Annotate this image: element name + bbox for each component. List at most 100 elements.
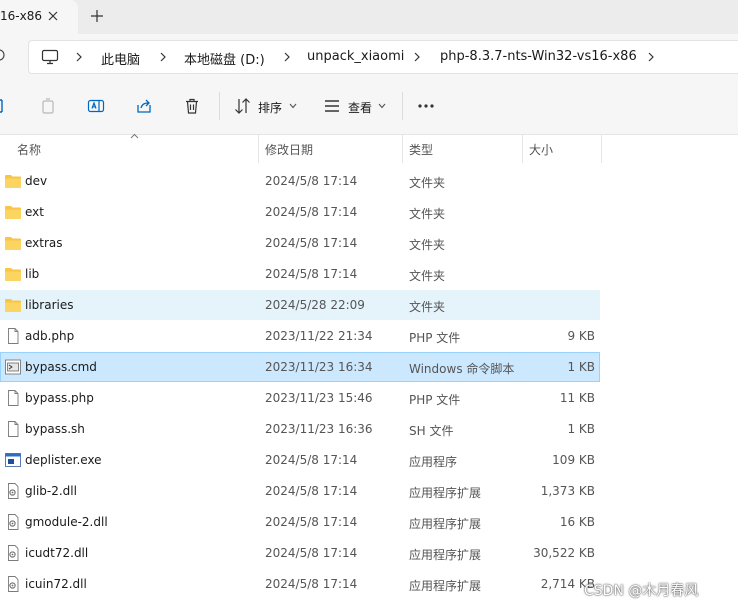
chevron-down-icon[interactable] [289,103,297,109]
close-icon[interactable] [45,8,61,24]
file-row[interactable]: icudt72.dll 2024/5/8 17:14 应用程序扩展 30,522 KB [0,538,600,568]
file-name: deplister.exe [25,453,102,467]
dll-icon [4,514,22,530]
tab-title: 16-x86 [0,9,42,23]
folder-icon [4,266,22,282]
more-options-icon[interactable] [417,97,435,115]
new-tab-icon[interactable] [89,8,105,24]
file-row[interactable]: lib 2024/5/8 17:14 文件夹 [0,259,600,289]
view-icon[interactable] [323,97,341,115]
column-header-type[interactable]: 类型 [409,141,433,158]
chevron-right-icon[interactable] [283,52,291,62]
column-header-row: 名称 修改日期 类型 大小 [0,135,600,163]
file-type: 应用程序 [409,455,458,469]
file-row[interactable]: bypass.cmd 2023/11/23 16:34 Windows 命令脚本 1 … [0,352,600,382]
file-name: ext [25,205,44,219]
file-row[interactable]: bypass.sh 2023/11/23 16:36 SH 文件 1 KB [0,414,600,444]
file-type: Windows 命令脚本 [409,362,515,376]
address-bar[interactable]: 此电脑 本地磁盘 (D:) unpack_xiaomi php-8.3.7-nt… [28,40,738,74]
column-divider[interactable] [601,135,602,163]
column-divider[interactable] [522,135,523,163]
file-modified: 2024/5/8 17:14 [265,205,358,219]
separator [402,92,403,120]
file-type: 文件夹 [409,238,446,252]
file-modified: 2024/5/8 17:14 [265,174,358,188]
address-row: 此电脑 本地磁盘 (D:) unpack_xiaomi php-8.3.7-nt… [0,34,738,78]
share-icon[interactable] [135,97,153,115]
chevron-right-icon[interactable] [413,52,421,62]
exe-icon [4,452,22,468]
folder-icon [4,235,22,251]
copy-icon[interactable] [39,97,57,115]
chevron-down-icon[interactable] [378,103,386,109]
file-row[interactable]: icuin72.dll 2024/5/8 17:14 应用程序扩展 2,714 KB [0,569,600,599]
file-row[interactable]: glib-2.dll 2024/5/8 17:14 应用程序扩展 1,373 KB [0,476,600,506]
delete-icon[interactable] [183,97,201,115]
column-header-modified[interactable]: 修改日期 [265,141,313,158]
column-divider[interactable] [258,135,259,163]
tab-active[interactable]: 16-x86 [0,0,78,34]
watermark: CSDN @木月春风 [584,583,699,599]
refresh-icon[interactable] [0,48,8,62]
file-type: 应用程序扩展 [409,517,482,531]
chevron-right-icon[interactable] [647,52,655,62]
column-divider[interactable] [402,135,403,163]
file-row[interactable]: bypass.php 2023/11/23 15:46 PHP 文件 11 KB [0,383,600,413]
column-header-size[interactable]: 大小 [529,141,553,158]
file-row[interactable]: gmodule-2.dll 2024/5/8 17:14 应用程序扩展 16 KB [0,507,600,537]
file-name: glib-2.dll [25,484,77,498]
file-size: 11 KB [559,391,595,405]
folder-icon [4,173,22,189]
dll-icon [4,576,22,592]
column-header-name[interactable]: 名称 [17,141,41,158]
file-type: 应用程序扩展 [409,486,482,500]
file-type: 应用程序扩展 [409,579,482,593]
tab-strip: 16-x86 [0,0,738,34]
breadcrumb-this-pc[interactable]: 此电脑 [101,49,140,68]
dll-icon [4,545,22,561]
file-type: 应用程序扩展 [409,548,482,562]
sort-icon[interactable] [234,97,252,115]
breadcrumb-drive-d[interactable]: 本地磁盘 (D:) [184,49,265,68]
file-name: bypass.php [25,391,94,405]
breadcrumb-php-folder[interactable]: php-8.3.7-nts-Win32-vs16-x86 [440,49,637,64]
file-modified: 2023/11/23 16:36 [265,422,373,436]
file-size: 1,373 KB [540,484,595,498]
file-row[interactable]: dev 2024/5/8 17:14 文件夹 [0,166,600,196]
view-button[interactable]: 查看 [348,99,372,116]
file-modified: 2024/5/28 22:09 [265,298,365,312]
folder-icon [4,297,22,313]
file-type: 文件夹 [409,300,446,314]
file-type: 文件夹 [409,207,446,221]
file-row[interactable]: adb.php 2023/11/22 21:34 PHP 文件 9 KB [0,321,600,351]
file-name: dev [25,174,48,188]
file-size: 16 KB [559,515,595,529]
file-modified: 2024/5/8 17:14 [265,267,358,281]
file-size: 109 KB [552,453,595,467]
cut-icon[interactable] [0,97,10,115]
file-modified: 2023/11/22 21:34 [265,329,373,343]
file-name: icuin72.dll [25,577,87,591]
folder-icon [4,204,22,220]
file-row[interactable]: deplister.exe 2024/5/8 17:14 应用程序 109 KB [0,445,600,475]
rename-icon[interactable] [87,97,105,115]
file-type: SH 文件 [409,424,454,438]
file-name: gmodule-2.dll [25,515,108,529]
file-size: 1 KB [567,422,595,436]
file-row[interactable]: ext 2024/5/8 17:14 文件夹 [0,197,600,227]
file-row[interactable]: extras 2024/5/8 17:14 文件夹 [0,228,600,258]
file-name: lib [25,267,40,281]
file-name: libraries [25,298,74,312]
file-row[interactable]: libraries 2024/5/28 22:09 文件夹 [0,290,600,320]
command-bar: 排序 查看 [0,78,738,135]
file-modified: 2024/5/8 17:14 [265,453,358,467]
this-pc-icon[interactable] [41,49,59,65]
separator [219,92,220,120]
sort-button[interactable]: 排序 [258,99,282,116]
chevron-right-icon[interactable] [159,52,167,62]
file-icon [4,421,22,437]
file-modified: 2023/11/23 16:34 [265,360,373,374]
breadcrumb-unpack-xiaomi[interactable]: unpack_xiaomi [307,49,404,64]
chevron-right-icon[interactable] [75,52,83,62]
file-name: bypass.sh [25,422,85,436]
